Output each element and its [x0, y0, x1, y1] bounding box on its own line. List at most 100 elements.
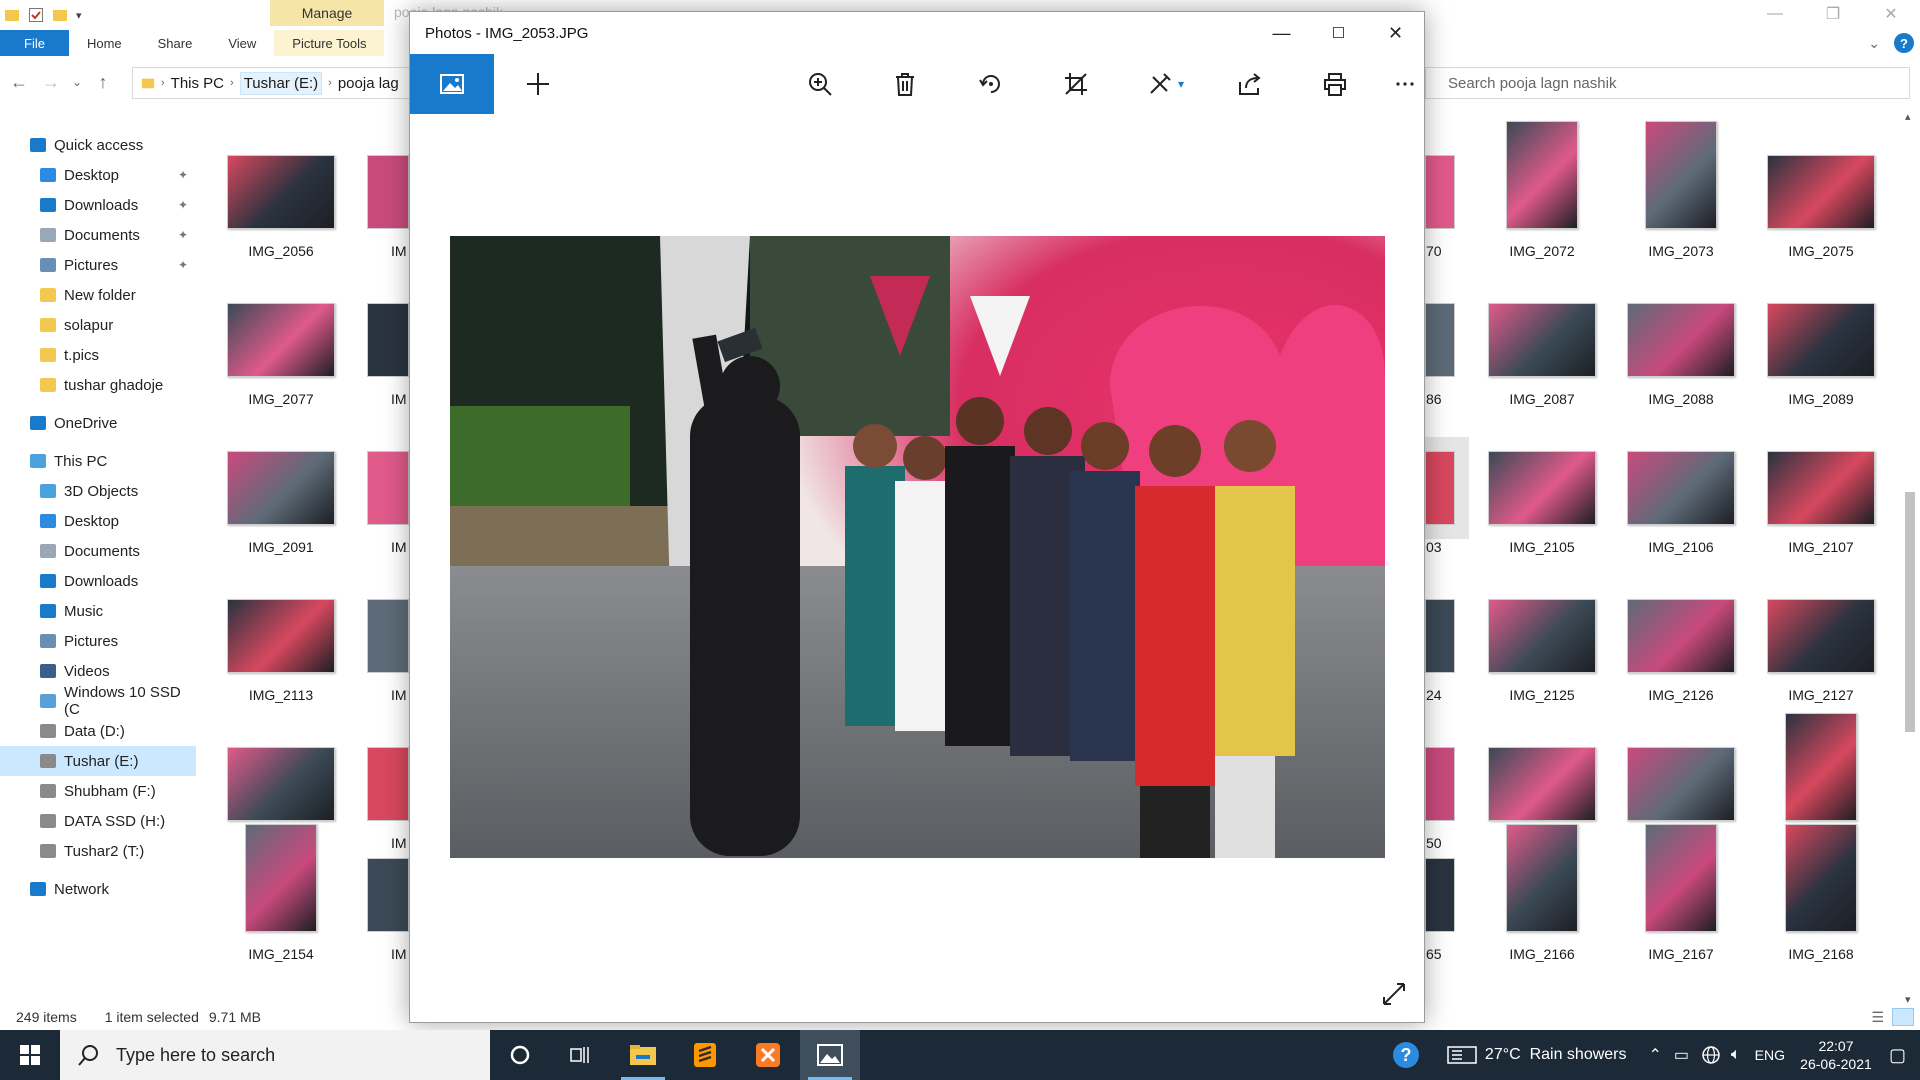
nav-item[interactable]: Pictures: [0, 626, 196, 656]
breadcrumb-drive[interactable]: Tushar (E:): [239, 71, 323, 95]
image-file-item[interactable]: IMG_2167: [1611, 824, 1751, 962]
sublime-text-button[interactable]: [675, 1030, 735, 1080]
breadcrumb-folder[interactable]: pooja lag: [338, 75, 399, 92]
add-to-button[interactable]: [510, 54, 566, 114]
taskbar-search-box[interactable]: Type here to search: [60, 1030, 490, 1080]
nav-item[interactable]: Network: [0, 874, 196, 904]
nav-item[interactable]: Pictures ✦: [0, 250, 196, 280]
network-globe-icon[interactable]: [1701, 1045, 1721, 1065]
image-thumbnail-partial[interactable]: [367, 858, 409, 932]
nav-item[interactable]: t.pics: [0, 340, 196, 370]
search-input[interactable]: Search pooja lagn nashik: [1425, 67, 1910, 99]
nav-item[interactable]: Tushar2 (T:): [0, 836, 196, 866]
manage-context-tab[interactable]: Manage: [270, 0, 384, 26]
image-file-item[interactable]: IMG_2105: [1472, 451, 1612, 555]
image-file-item[interactable]: IMG_2154: [211, 824, 351, 962]
image-file-item[interactable]: IMG_2168: [1751, 824, 1891, 962]
image-file-item[interactable]: IMG_2088: [1611, 303, 1751, 407]
show-hidden-icons-icon[interactable]: ⌃: [1649, 1045, 1662, 1065]
volume-icon[interactable]: 🔈︎: [1731, 1046, 1741, 1064]
nav-item[interactable]: Desktop ✦: [0, 160, 196, 190]
restore-icon[interactable]: ❐: [1804, 0, 1862, 28]
xampp-button[interactable]: [738, 1030, 798, 1080]
rotate-button[interactable]: [963, 54, 1019, 114]
image-file-item[interactable]: IMG_2125: [1472, 599, 1612, 703]
task-view-button[interactable]: [550, 1030, 610, 1080]
start-button[interactable]: [0, 1030, 60, 1080]
customize-qat-icon[interactable]: ▾: [76, 9, 82, 22]
recent-locations-icon[interactable]: ⌄: [64, 69, 90, 95]
edit-draw-button[interactable]: ▾: [1130, 54, 1200, 114]
folder-icon[interactable]: [4, 7, 20, 23]
vertical-scrollbar[interactable]: ▴ ▾: [1902, 110, 1918, 1006]
nav-item[interactable]: Tushar (E:): [0, 746, 196, 776]
image-file-item[interactable]: IMG_2113: [211, 599, 351, 703]
help-icon[interactable]: ?: [1894, 33, 1914, 53]
image-file-item[interactable]: IMG_2075: [1751, 155, 1891, 259]
nav-item[interactable]: Desktop: [0, 506, 196, 536]
nav-item[interactable]: Data (D:): [0, 716, 196, 746]
properties-check-icon[interactable]: [28, 7, 44, 23]
details-view-icon[interactable]: ☰: [1871, 1009, 1884, 1026]
nav-item[interactable]: Shubham (F:): [0, 776, 196, 806]
print-button[interactable]: [1307, 54, 1363, 114]
image-file-item[interactable]: IMG_2077: [211, 303, 351, 407]
nav-item[interactable]: Downloads: [0, 566, 196, 596]
image-thumbnail-partial[interactable]: [367, 155, 409, 229]
image-file-item[interactable]: IMG_2106: [1611, 451, 1751, 555]
view-image-button[interactable]: [410, 54, 494, 114]
nav-item[interactable]: Quick access: [0, 130, 196, 160]
crop-button[interactable]: [1048, 54, 1104, 114]
image-thumbnail-partial[interactable]: [367, 599, 409, 673]
tab-view[interactable]: View: [210, 30, 274, 56]
photos-taskbar-button[interactable]: [800, 1030, 860, 1080]
scroll-up-icon[interactable]: ▴: [1905, 110, 1911, 123]
more-button[interactable]: [1377, 54, 1433, 114]
nav-item[interactable]: Music: [0, 596, 196, 626]
image-thumbnail-partial[interactable]: [1425, 451, 1455, 525]
image-file-item[interactable]: IMG_2107: [1751, 451, 1891, 555]
scrollbar-thumb[interactable]: [1905, 492, 1915, 732]
cortana-button[interactable]: [490, 1030, 550, 1080]
language-indicator[interactable]: ENG: [1755, 1047, 1785, 1063]
zoom-button[interactable]: [792, 54, 848, 114]
forward-arrow-icon[interactable]: →: [38, 69, 64, 95]
breadcrumb[interactable]: › This PC › Tushar (E:) › pooja lag: [132, 67, 412, 99]
image-thumbnail-partial[interactable]: [1425, 747, 1455, 821]
tab-home[interactable]: Home: [69, 30, 140, 56]
battery-icon[interactable]: ▭: [1674, 1045, 1689, 1065]
image-thumbnail-partial[interactable]: [1425, 858, 1455, 932]
nav-item[interactable]: This PC: [0, 446, 196, 476]
large-icons-view-icon[interactable]: [1892, 1008, 1914, 1026]
image-thumbnail-partial[interactable]: [1425, 155, 1455, 229]
image-file-item[interactable]: IMG_2126: [1611, 599, 1751, 703]
breadcrumb-this-pc[interactable]: This PC: [171, 75, 224, 92]
nav-item[interactable]: tushar ghadoje: [0, 370, 196, 400]
nav-item[interactable]: Downloads ✦: [0, 190, 196, 220]
image-thumbnail-partial[interactable]: [367, 451, 409, 525]
maximize-icon[interactable]: ☐: [1310, 12, 1367, 54]
nav-item[interactable]: DATA SSD (H:): [0, 806, 196, 836]
delete-button[interactable]: [877, 54, 933, 114]
close-icon[interactable]: ✕: [1862, 0, 1920, 28]
nav-item[interactable]: New folder: [0, 280, 196, 310]
image-file-item[interactable]: IMG_2056: [211, 155, 351, 259]
up-arrow-icon[interactable]: ↑: [90, 69, 116, 95]
nav-item[interactable]: OneDrive: [0, 408, 196, 438]
image-thumbnail-partial[interactable]: [367, 747, 409, 821]
nav-item[interactable]: Videos: [0, 656, 196, 686]
image-thumbnail-partial[interactable]: [1425, 599, 1455, 673]
image-file-item[interactable]: IMG_2073: [1611, 121, 1751, 259]
image-thumbnail-partial[interactable]: [367, 303, 409, 377]
minimize-icon[interactable]: —: [1746, 0, 1804, 28]
nav-item[interactable]: 3D Objects: [0, 476, 196, 506]
image-file-item[interactable]: IMG_2072: [1472, 121, 1612, 259]
image-thumbnail-partial[interactable]: [1425, 303, 1455, 377]
back-arrow-icon[interactable]: ←: [6, 69, 32, 95]
minimize-icon[interactable]: —: [1253, 12, 1310, 54]
image-file-item[interactable]: IMG_2166: [1472, 824, 1612, 962]
photo-view[interactable]: [450, 236, 1385, 858]
tab-file[interactable]: File: [0, 30, 69, 56]
weather-text[interactable]: 27°C Rain showers: [1485, 1046, 1627, 1064]
file-explorer-taskbar-button[interactable]: [613, 1030, 673, 1080]
